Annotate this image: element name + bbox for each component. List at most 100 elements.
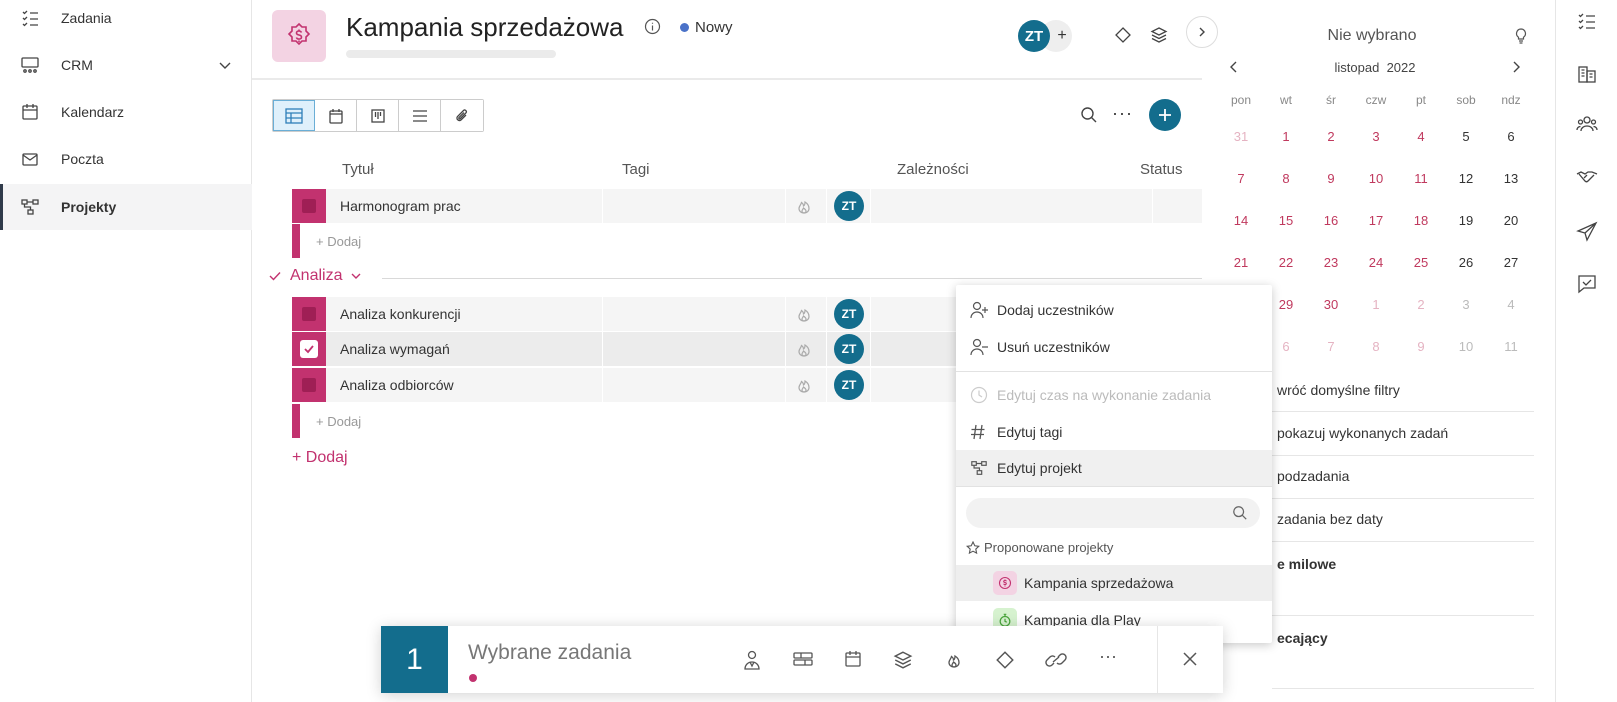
filter-subtasks[interactable]: podzadania: [1277, 468, 1537, 484]
calendar-day[interactable]: 6: [1491, 129, 1531, 144]
task-checkbox[interactable]: [292, 368, 326, 402]
info-icon[interactable]: [644, 18, 661, 35]
calendar-day[interactable]: 26: [1446, 255, 1486, 270]
calendar-day[interactable]: 1: [1266, 129, 1306, 144]
task-checkbox[interactable]: [292, 189, 326, 223]
calendar-day[interactable]: 30: [1311, 297, 1351, 312]
task-checkbox[interactable]: [292, 332, 326, 366]
add-task-button[interactable]: [1149, 99, 1181, 131]
priority-fire-icon[interactable]: [795, 376, 813, 394]
calendar-day[interactable]: 11: [1491, 339, 1531, 354]
filter-sort[interactable]: ecający: [1277, 630, 1537, 646]
calendar-day[interactable]: 7: [1221, 171, 1261, 186]
kanban-view-tab[interactable]: [357, 100, 399, 131]
calendar-day[interactable]: 15: [1266, 213, 1306, 228]
calendar-day[interactable]: 22: [1266, 255, 1306, 270]
priority-fire-icon[interactable]: [795, 305, 813, 323]
task-checkbox[interactable]: [292, 297, 326, 331]
calendar-day[interactable]: 25: [1401, 255, 1441, 270]
collapse-panel-button[interactable]: [1186, 16, 1218, 48]
calendar-day[interactable]: 8: [1266, 171, 1306, 186]
send-icon[interactable]: [1576, 221, 1598, 243]
calendar-day[interactable]: 8: [1356, 339, 1396, 354]
calendar-day[interactable]: 31: [1221, 129, 1261, 144]
layers-icon[interactable]: [893, 650, 913, 670]
calendar-day[interactable]: 7: [1311, 339, 1351, 354]
calendar-day[interactable]: 3: [1446, 297, 1486, 312]
column-header-title[interactable]: Tytuł: [342, 161, 374, 178]
avatar[interactable]: ZT: [834, 370, 864, 400]
calendar-day[interactable]: 10: [1356, 171, 1396, 186]
milestone-icon[interactable]: [995, 650, 1015, 670]
menu-item-add-participants[interactable]: Dodaj uczestników: [956, 292, 1272, 328]
add-task-row[interactable]: + Dodaj: [292, 224, 492, 258]
column-header-tags[interactable]: Tagi: [622, 161, 650, 178]
calendar-day[interactable]: 10: [1446, 339, 1486, 354]
column-header-status[interactable]: Status: [1140, 161, 1183, 178]
search-icon[interactable]: [1080, 106, 1098, 124]
calendar-day[interactable]: 18: [1401, 213, 1441, 228]
avatar[interactable]: ZT: [834, 334, 864, 364]
avatar[interactable]: ZT: [834, 299, 864, 329]
calendar-day[interactable]: 21: [1221, 255, 1261, 270]
group-header[interactable]: Analiza: [268, 267, 362, 285]
calendar-day[interactable]: 9: [1401, 339, 1441, 354]
building-icon[interactable]: [1576, 63, 1598, 85]
more-icon[interactable]: ···: [1112, 103, 1133, 124]
table-row[interactable]: Harmonogram prac ZT: [292, 189, 1202, 223]
more-icon[interactable]: ···: [1099, 646, 1117, 667]
calendar-icon[interactable]: [844, 650, 862, 668]
calendar-day[interactable]: 19: [1446, 213, 1486, 228]
chevron-down-icon[interactable]: [218, 58, 232, 72]
project-search-input[interactable]: [966, 498, 1260, 528]
sidebar-item-mail[interactable]: Poczta: [0, 136, 252, 182]
milestone-icon[interactable]: [1114, 26, 1132, 44]
status-badge[interactable]: Nowy: [680, 19, 733, 36]
close-icon[interactable]: [1181, 650, 1199, 668]
avatar[interactable]: ZT: [1018, 20, 1050, 52]
calendar-day[interactable]: 9: [1311, 171, 1351, 186]
sidebar-item-calendar[interactable]: Kalendarz: [0, 89, 252, 135]
calendar-day[interactable]: 24: [1356, 255, 1396, 270]
assign-user-icon[interactable]: [743, 650, 761, 670]
calendar-day[interactable]: 14: [1221, 213, 1261, 228]
calendar-day[interactable]: 1: [1356, 297, 1396, 312]
contacts-icon[interactable]: [1576, 113, 1598, 135]
stages-icon[interactable]: [793, 650, 813, 668]
add-task-row[interactable]: + Dodaj: [292, 404, 492, 438]
add-group-button[interactable]: + Dodaj: [292, 449, 348, 467]
menu-item-remove-participants[interactable]: Usuń uczestników: [956, 329, 1272, 365]
calendar-day[interactable]: 29: [1266, 297, 1306, 312]
calendar-day[interactable]: 2: [1401, 297, 1441, 312]
calendar-day[interactable]: 3: [1356, 129, 1396, 144]
priority-fire-icon[interactable]: [795, 197, 813, 215]
link-icon[interactable]: [1045, 650, 1067, 670]
layers-icon[interactable]: [1150, 26, 1168, 44]
calendar-day[interactable]: 23: [1311, 255, 1351, 270]
calendar-day[interactable]: 6: [1266, 339, 1306, 354]
handshake-icon[interactable]: [1576, 166, 1598, 188]
calendar-day[interactable]: 13: [1491, 171, 1531, 186]
calendar-day[interactable]: 20: [1491, 213, 1531, 228]
lightbulb-icon[interactable]: [1514, 28, 1528, 44]
filter-undated[interactable]: zadania bez daty: [1277, 511, 1537, 527]
calendar-day[interactable]: 17: [1356, 213, 1396, 228]
avatar[interactable]: ZT: [834, 191, 864, 221]
calendar-day[interactable]: 2: [1311, 129, 1351, 144]
menu-item-edit-tags[interactable]: Edytuj tagi: [956, 414, 1272, 450]
calendar-day[interactable]: 16: [1311, 213, 1351, 228]
calendar-day[interactable]: 11: [1401, 171, 1441, 186]
calendar-day[interactable]: 27: [1491, 255, 1531, 270]
calendar-view-tab[interactable]: [315, 100, 357, 131]
menu-item-edit-project[interactable]: Edytuj projekt: [956, 450, 1272, 486]
priority-fire-icon[interactable]: [945, 650, 963, 670]
filter-hide-completed[interactable]: pokazuj wykonanych zadań: [1277, 425, 1537, 441]
sidebar-item-tasks[interactable]: Zadania: [0, 0, 252, 36]
next-month-icon[interactable]: [1510, 60, 1522, 74]
attachments-view-tab[interactable]: [441, 100, 483, 131]
calendar-day[interactable]: 5: [1446, 129, 1486, 144]
calendar-day[interactable]: 12: [1446, 171, 1486, 186]
filter-restore-defaults[interactable]: wróć domyślne filtry: [1277, 382, 1537, 398]
column-header-dependencies[interactable]: Zależności: [897, 161, 969, 178]
sidebar-item-projects[interactable]: Projekty: [0, 184, 252, 230]
